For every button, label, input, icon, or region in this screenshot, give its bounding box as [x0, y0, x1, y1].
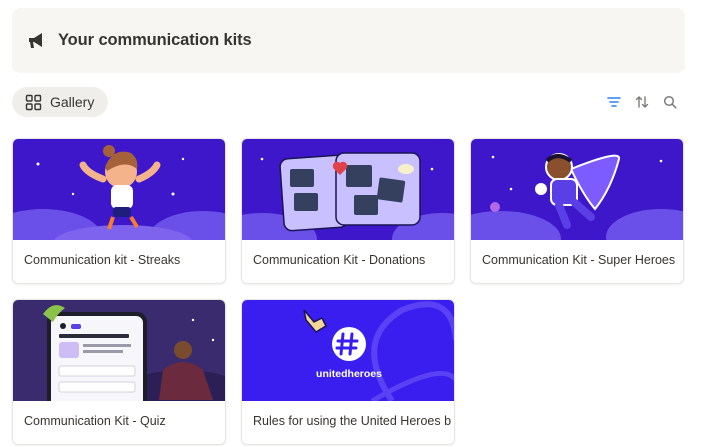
gallery-card-united-heroes-rules[interactable]: unitedheroes Rules for using the United …: [241, 299, 455, 445]
tab-gallery[interactable]: Gallery: [12, 87, 108, 117]
unitedheroes-logo-text: unitedheroes: [316, 368, 382, 380]
page-title: Your communication kits: [58, 31, 252, 49]
card-cover-streaks: [13, 139, 225, 240]
gallery-grid-icon: [25, 94, 42, 110]
gallery-card-streaks[interactable]: Communication kit - Streaks: [12, 138, 226, 284]
page-header: Your communication kits: [12, 8, 685, 73]
gallery-card-quiz[interactable]: Communication Kit - Quiz: [12, 299, 226, 445]
gallery-card-donations[interactable]: Communication Kit - Donations: [241, 138, 455, 284]
card-caption: Communication Kit - Quiz: [24, 414, 166, 428]
card-caption: Communication Kit - Super Heroes: [482, 253, 676, 267]
card-caption: Communication Kit - Donations: [253, 253, 426, 267]
card-caption: Communication kit - Streaks: [24, 253, 181, 267]
card-cover-united-heroes: unitedheroes: [242, 300, 454, 401]
view-toolbar: Gallery: [12, 87, 685, 117]
gallery-card-super-heroes[interactable]: Communication Kit - Super Heroes: [470, 138, 684, 284]
tab-gallery-label: Gallery: [50, 94, 95, 110]
card-cover-quiz: [13, 300, 225, 401]
search-icon[interactable]: [661, 93, 679, 111]
megaphone-icon: [26, 30, 48, 52]
filter-icon[interactable]: [605, 93, 623, 111]
card-caption: Rules for using the United Heroes b: [253, 414, 452, 428]
card-cover-donations: [242, 139, 454, 240]
card-cover-super-heroes: [471, 139, 683, 240]
sort-icon[interactable]: [633, 93, 651, 111]
